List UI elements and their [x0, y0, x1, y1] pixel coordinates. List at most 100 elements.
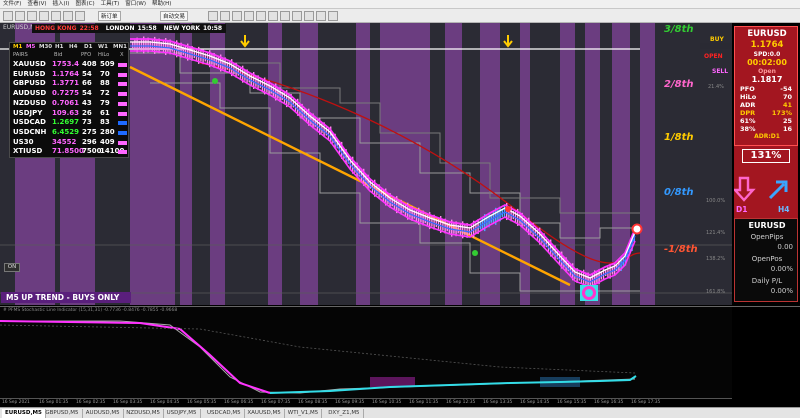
account-info-panel: EURUSD 1.1764 SPD:0.0 00:02:00 Open 1.18… [734, 26, 798, 146]
info-hilo-label: HiLo [740, 93, 757, 101]
session-band [640, 23, 655, 305]
menu-insert[interactable]: 插入(I) [50, 0, 73, 9]
chart-tab[interactable]: DXY_Z1,M5 [325, 409, 364, 418]
sell-label: SELL [712, 68, 729, 75]
candle [519, 213, 521, 224]
buy-label: BUY [710, 36, 724, 43]
timeframe-h1[interactable]: H1 [55, 44, 63, 50]
pair-pfo: 26 [82, 108, 92, 117]
candle [173, 41, 176, 55]
pair-bid: 109.63 [52, 108, 80, 117]
bar-chart-icon[interactable] [208, 11, 218, 21]
trend-banner: M5 UP TREND - BUYS ONLY [1, 292, 131, 303]
new-order-button[interactable]: 新订单 [98, 11, 121, 21]
chart-tab[interactable]: AUDUSD,M5 [83, 409, 124, 418]
d1-down-arrow-icon [732, 176, 756, 202]
candle [244, 70, 246, 81]
candle [167, 41, 169, 52]
timeframe-d1[interactable]: D1 [84, 44, 92, 50]
pair-pfo: 54 [82, 69, 92, 78]
navigator-icon[interactable] [51, 11, 61, 21]
info-spread: SPD:0.0 [753, 51, 781, 58]
menu-charts[interactable]: 图表(C) [72, 0, 97, 9]
new-chart-icon[interactable] [3, 11, 13, 21]
tile-windows-icon[interactable] [268, 11, 278, 21]
session-city-hongkong: HONG KONG [35, 25, 77, 32]
session-time-london: 15:58 [137, 25, 157, 32]
chart-tab[interactable]: USDJPY,M5 [164, 409, 201, 418]
session-band [300, 23, 318, 305]
pair-name: GBPUSD [13, 79, 46, 88]
profiles-icon[interactable] [15, 11, 25, 21]
timeframe-m30[interactable]: M30 [39, 44, 52, 50]
price-tag [700, 43, 732, 49]
timeframe-mn1[interactable]: MN1 [113, 44, 127, 50]
pair-hilo: 72 [100, 89, 110, 98]
info-stat-2-left: 38% [740, 125, 756, 133]
time-label: 16 Sep 03:35 [113, 400, 143, 405]
indicators-icon[interactable] [304, 11, 314, 21]
candle [140, 38, 143, 52]
chart-tab[interactable]: USDCAD,M5 [204, 409, 245, 418]
candle [266, 81, 268, 93]
chart-tab[interactable]: GBPUSD,M5 [42, 409, 83, 418]
menu-file[interactable]: 文件(F) [0, 0, 24, 9]
tester-icon[interactable] [75, 11, 85, 21]
candlestick-icon[interactable] [220, 11, 230, 21]
candle [580, 271, 583, 284]
candle [464, 224, 466, 236]
indicator-toggle-button[interactable]: ON [4, 263, 20, 272]
session-band [380, 23, 430, 305]
timeframe-m5[interactable]: M5 [26, 44, 35, 50]
chart-tab[interactable]: EURUSD,M5 [2, 409, 46, 418]
chart-tab[interactable]: WTI_V1,M5 [285, 409, 323, 418]
templates-icon[interactable] [328, 11, 338, 21]
green-dot-marker [472, 250, 478, 256]
candle [409, 207, 411, 218]
session-band [356, 23, 370, 305]
candle [453, 223, 455, 234]
toolbar: 新订单 自动交易 [0, 9, 800, 23]
candle [156, 40, 158, 51]
pair-bid: 6.4529 [52, 127, 80, 136]
data-window-icon[interactable] [39, 11, 49, 21]
pair-name: AUDUSD [13, 89, 47, 98]
time-label: 16 Sep 14:35 [520, 400, 550, 405]
terminal-icon[interactable] [63, 11, 73, 21]
line-chart-icon[interactable] [232, 11, 242, 21]
candle [184, 45, 187, 58]
candle [233, 63, 235, 75]
timeframe-m1[interactable]: M1 [13, 44, 22, 50]
pair-pfo: 7500 [82, 147, 102, 156]
fib-label-1-8: 1/8th [664, 132, 694, 143]
session-time-hongkong: 22:58 [79, 25, 99, 32]
fib-label-2-8: 2/8th [664, 79, 694, 90]
info-open-value: 1.1817 [751, 75, 783, 84]
time-label: 16 Sep 09:35 [335, 400, 365, 405]
zoom-out-icon[interactable] [256, 11, 266, 21]
candle [585, 273, 587, 285]
market-watch-icon[interactable] [27, 11, 37, 21]
chart-shift-icon[interactable] [292, 11, 302, 21]
menu-tools[interactable]: 工具(T) [98, 0, 123, 9]
timeframe-w1[interactable]: W1 [98, 44, 108, 50]
menu-help[interactable]: 帮助(H) [149, 0, 174, 9]
zoom-in-icon[interactable] [244, 11, 254, 21]
open-pips-label: OpenPips [750, 233, 784, 241]
pair-pfo: 275 [82, 127, 97, 136]
chart-tab[interactable]: XAUUSD,M5 [244, 409, 285, 418]
stochastic-subwindow[interactable]: # PFMS Stochastic Line Indicator (15,31,… [0, 306, 732, 398]
candle [398, 200, 400, 212]
chart-tab[interactable]: NZDUSD,M5 [123, 409, 165, 418]
auto-trading-button[interactable]: 自动交易 [160, 11, 189, 21]
menu-window[interactable]: 窗口(W) [122, 0, 149, 9]
pair-strength-bar [118, 63, 127, 67]
menu-view[interactable]: 查看(V) [24, 0, 49, 9]
autoscroll-icon[interactable] [280, 11, 290, 21]
periods-icon[interactable] [316, 11, 326, 21]
pair-strength-bar [118, 101, 127, 106]
timeframe-h4[interactable]: H4 [69, 44, 77, 50]
time-label: 16 Sep 02:35 [76, 400, 106, 405]
session-band [445, 23, 462, 305]
stochastic-chart[interactable] [0, 307, 732, 399]
